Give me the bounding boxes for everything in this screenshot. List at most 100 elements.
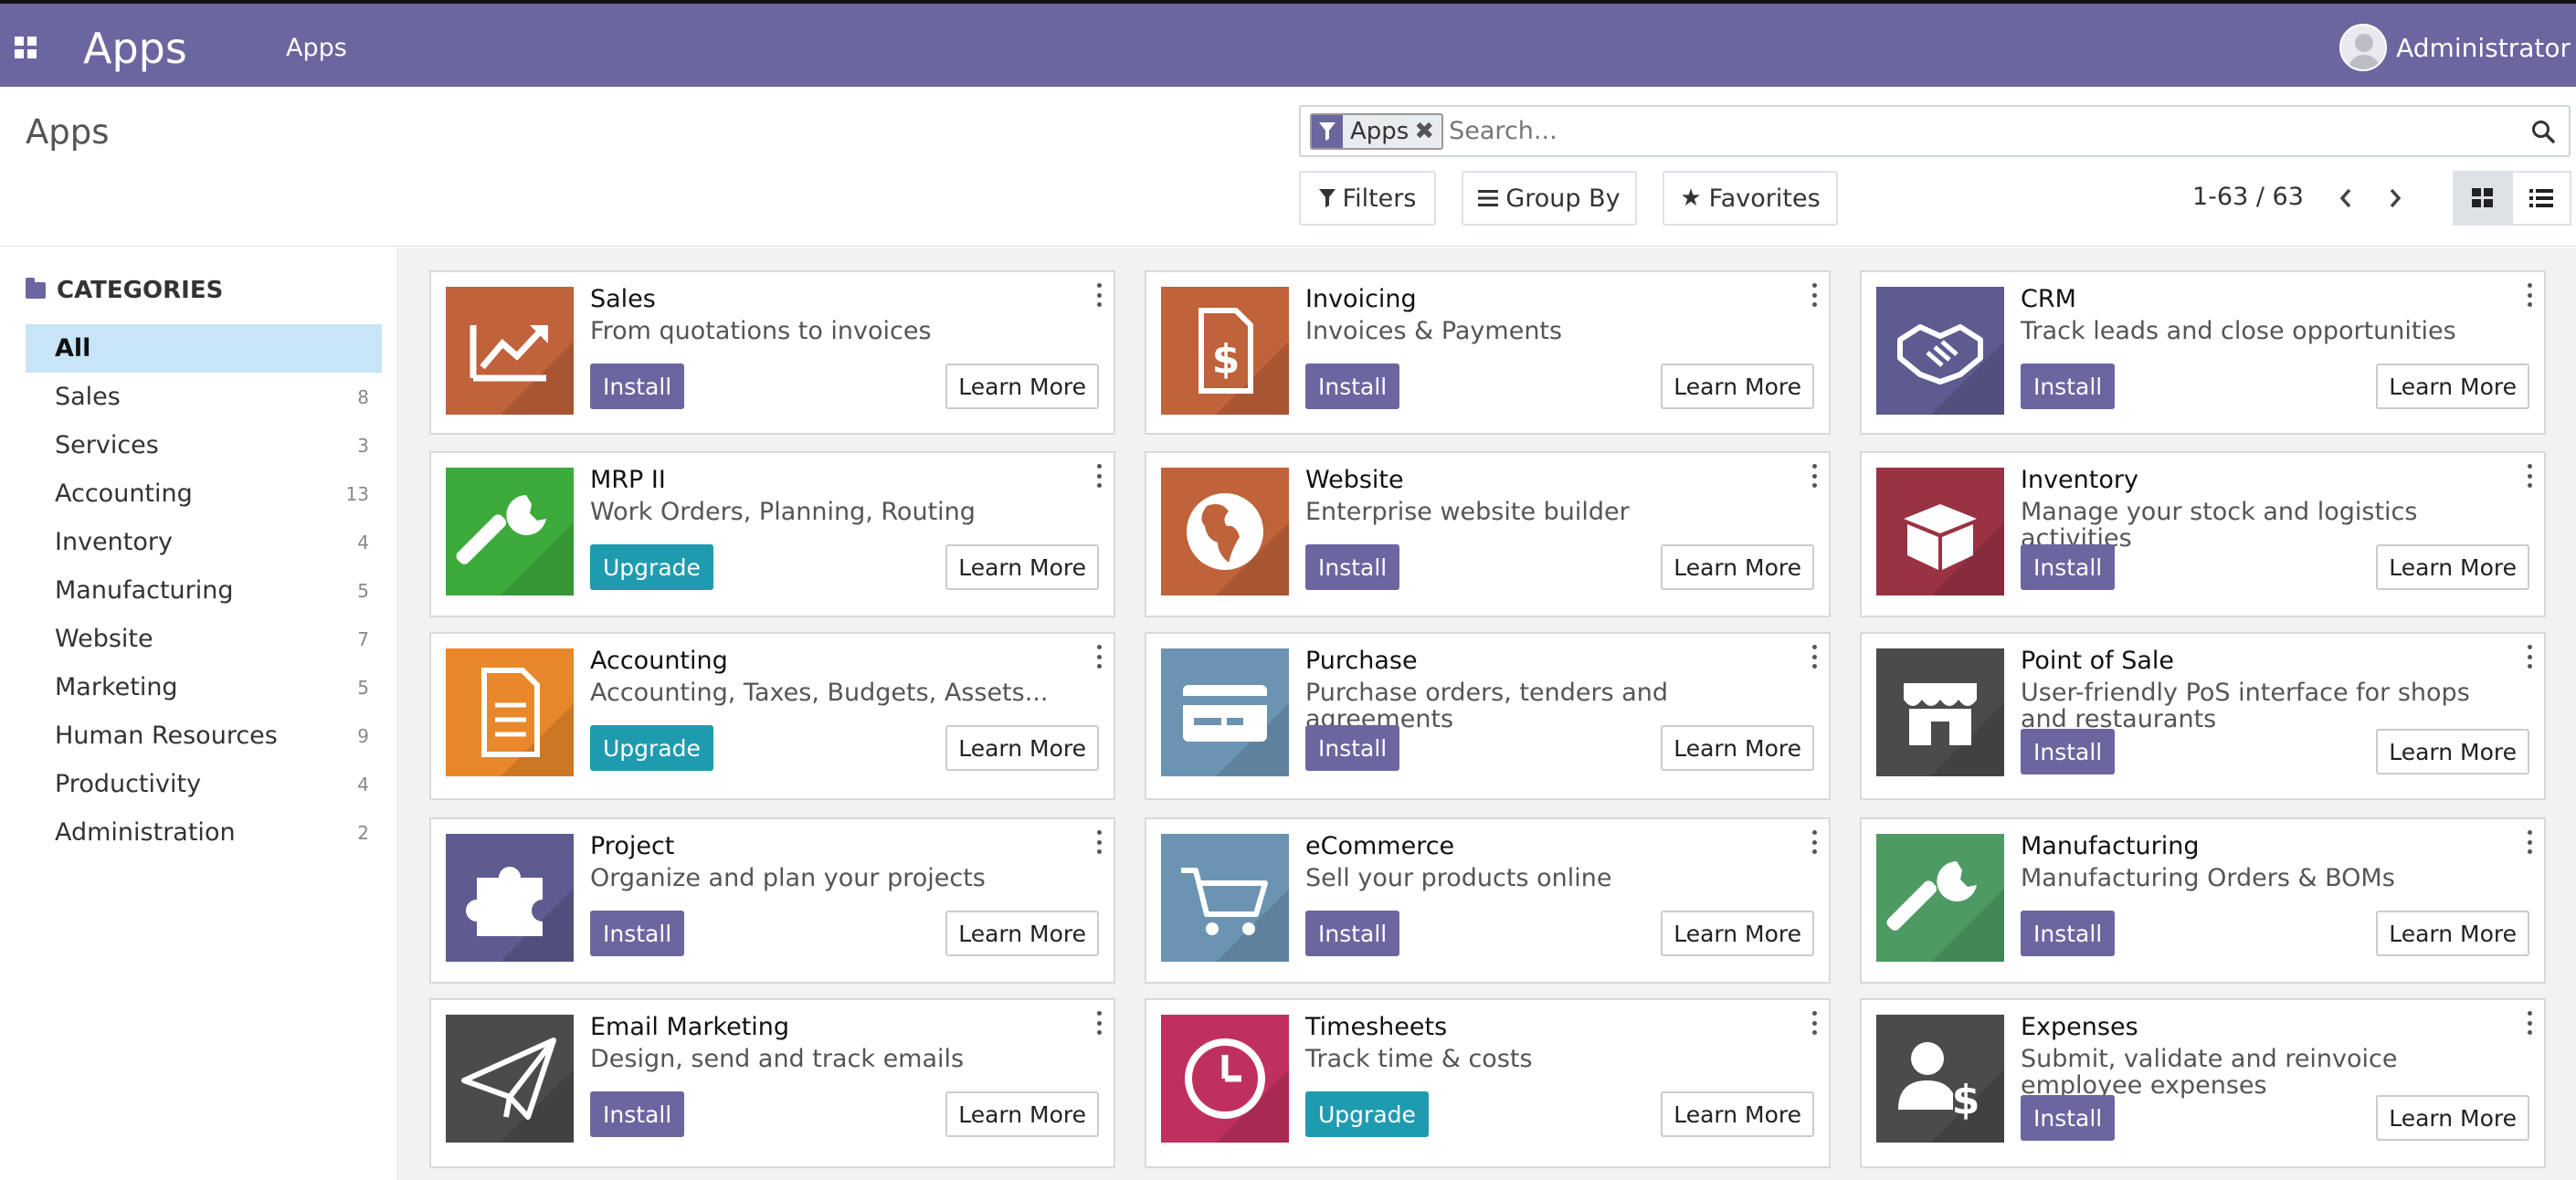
- filters-button[interactable]: Filters: [1299, 171, 1436, 226]
- category-label: Accounting: [55, 479, 193, 508]
- learn-more-button[interactable]: Learn More: [945, 725, 1099, 771]
- app-title[interactable]: Apps: [83, 24, 187, 73]
- install-button[interactable]: Install: [1305, 544, 1400, 590]
- kebab-menu-icon[interactable]: [1097, 283, 1103, 307]
- app-card[interactable]: eCommerce Sell your products online Instal…: [1145, 817, 1831, 984]
- menu-item-apps[interactable]: Apps: [286, 34, 347, 62]
- user-menu[interactable]: Administrator: [2339, 24, 2571, 71]
- search-icon[interactable]: [2518, 106, 2569, 157]
- learn-more-button[interactable]: Learn More: [945, 911, 1099, 956]
- app-card[interactable]: Point of Sale User-friendly PoS interface…: [1860, 632, 2546, 800]
- app-switcher-icon[interactable]: [15, 37, 37, 58]
- group-by-button[interactable]: Group By: [1462, 171, 1637, 226]
- app-card[interactable]: MRP II Work Orders, Planning, Routing Upgr…: [429, 451, 1115, 617]
- kebab-menu-icon[interactable]: [1812, 283, 1818, 307]
- facet-close-icon[interactable]: ✖: [1414, 118, 1441, 145]
- category-item-website[interactable]: Website 7: [26, 615, 382, 663]
- learn-more-button[interactable]: Learn More: [2376, 363, 2529, 409]
- app-description: Invoices & Payments: [1305, 317, 1563, 345]
- star-icon: ★: [1680, 184, 1702, 212]
- search-input[interactable]: [1443, 117, 2518, 145]
- kebab-menu-icon[interactable]: [1812, 464, 1818, 488]
- install-button[interactable]: Install: [1305, 363, 1400, 409]
- pager-value[interactable]: 1-63 / 63: [2192, 183, 2304, 211]
- category-item-manufacturing[interactable]: Manufacturing 5: [26, 566, 382, 615]
- install-button[interactable]: Install: [2021, 911, 2116, 956]
- learn-more-button[interactable]: Learn More: [2376, 544, 2529, 590]
- favorites-label: Favorites: [1708, 184, 1821, 213]
- learn-more-button[interactable]: Learn More: [945, 1091, 1099, 1137]
- list-view-button[interactable]: [2511, 171, 2571, 226]
- category-item-all[interactable]: All: [26, 324, 382, 373]
- kebab-menu-icon[interactable]: [1097, 645, 1103, 669]
- kebab-menu-icon[interactable]: [2528, 1011, 2533, 1035]
- app-card[interactable]: $ Expenses Submit, validate and reinvoice …: [1860, 998, 2546, 1168]
- category-item-accounting[interactable]: Accounting 13: [26, 469, 382, 518]
- invoice-document-icon: $: [1198, 308, 1289, 415]
- pager-next-icon[interactable]: [2377, 178, 2413, 218]
- kanban-view-button[interactable]: [2453, 171, 2513, 226]
- learn-more-button[interactable]: Learn More: [1661, 1091, 1814, 1137]
- facet-label: Apps: [1350, 117, 1409, 145]
- kebab-menu-icon[interactable]: [2528, 283, 2533, 307]
- install-button[interactable]: Install: [590, 363, 685, 409]
- upgrade-button[interactable]: Upgrade: [590, 725, 713, 771]
- learn-more-button[interactable]: Learn More: [2376, 911, 2529, 956]
- kebab-menu-icon[interactable]: [1097, 464, 1103, 488]
- app-card[interactable]: Manufacturing Manufacturing Orders & BOMs…: [1860, 817, 2546, 984]
- install-button[interactable]: Install: [590, 1091, 685, 1137]
- category-item-marketing[interactable]: Marketing 5: [26, 663, 382, 711]
- kebab-menu-icon[interactable]: [1097, 1011, 1103, 1035]
- install-button[interactable]: Install: [2021, 729, 2116, 774]
- app-card[interactable]: CRM Track leads and close opportunities In…: [1860, 270, 2546, 435]
- app-card[interactable]: Email Marketing Design, send and track em…: [429, 998, 1115, 1168]
- install-button[interactable]: Install: [2021, 1095, 2116, 1141]
- kebab-menu-icon[interactable]: [2528, 464, 2533, 488]
- app-icon: $: [1161, 287, 1289, 415]
- upgrade-button[interactable]: Upgrade: [1305, 1091, 1429, 1137]
- app-name: Email Marketing: [590, 1013, 790, 1041]
- learn-more-button[interactable]: Learn More: [945, 544, 1099, 590]
- category-count: 5: [357, 676, 369, 699]
- category-count: 13: [345, 482, 369, 505]
- list-icon: [2529, 189, 2553, 207]
- app-card[interactable]: Accounting Accounting, Taxes, Budgets, As…: [429, 632, 1115, 800]
- learn-more-button[interactable]: Learn More: [2376, 1095, 2529, 1141]
- learn-more-button[interactable]: Learn More: [1661, 725, 1814, 771]
- folder-icon: [26, 278, 46, 299]
- category-item-inventory[interactable]: Inventory 4: [26, 518, 382, 566]
- app-card[interactable]: Inventory Manage your stock and logistics…: [1860, 451, 2546, 617]
- learn-more-button[interactable]: Learn More: [1661, 911, 1814, 956]
- learn-more-button[interactable]: Learn More: [1661, 363, 1814, 409]
- app-card[interactable]: Website Enterprise website builder Install…: [1145, 451, 1831, 617]
- learn-more-button[interactable]: Learn More: [945, 363, 1099, 409]
- app-card[interactable]: Timesheets Track time & costs Upgrade Learn…: [1145, 998, 1831, 1168]
- app-card[interactable]: Project Organize and plan your projects In…: [429, 817, 1115, 984]
- pager-previous-icon[interactable]: [2328, 178, 2364, 218]
- category-sidebar: CATEGORIES All Sales 8 Services 3 Accounti…: [0, 248, 398, 1180]
- upgrade-button[interactable]: Upgrade: [590, 544, 713, 590]
- category-item-productivity[interactable]: Productivity 4: [26, 760, 382, 808]
- kebab-menu-icon[interactable]: [2528, 830, 2533, 854]
- install-button[interactable]: Install: [2021, 363, 2116, 409]
- install-button[interactable]: Install: [2021, 544, 2116, 590]
- app-card[interactable]: Purchase Purchase orders, tenders and agr…: [1145, 632, 1831, 800]
- kebab-menu-icon[interactable]: [1812, 645, 1818, 669]
- category-count: 8: [357, 385, 369, 408]
- category-item-administration[interactable]: Administration 2: [26, 808, 382, 857]
- install-button[interactable]: Install: [1305, 911, 1400, 956]
- kebab-menu-icon[interactable]: [2528, 645, 2533, 669]
- category-item-human-resources[interactable]: Human Resources 9: [26, 711, 382, 760]
- install-button[interactable]: Install: [1305, 725, 1400, 771]
- category-item-sales[interactable]: Sales 8: [26, 373, 382, 421]
- app-card[interactable]: Sales From quotations to invoices Install L…: [429, 270, 1115, 435]
- kebab-menu-icon[interactable]: [1812, 830, 1818, 854]
- learn-more-button[interactable]: Learn More: [1661, 544, 1814, 590]
- kebab-menu-icon[interactable]: [1097, 830, 1103, 854]
- install-button[interactable]: Install: [590, 911, 685, 956]
- category-item-services[interactable]: Services 3: [26, 421, 382, 469]
- learn-more-button[interactable]: Learn More: [2376, 729, 2529, 774]
- app-card[interactable]: $ Invoicing Invoices & Payments Install Lear…: [1145, 270, 1831, 435]
- favorites-button[interactable]: ★ Favorites: [1663, 171, 1838, 226]
- kebab-menu-icon[interactable]: [1812, 1011, 1818, 1035]
